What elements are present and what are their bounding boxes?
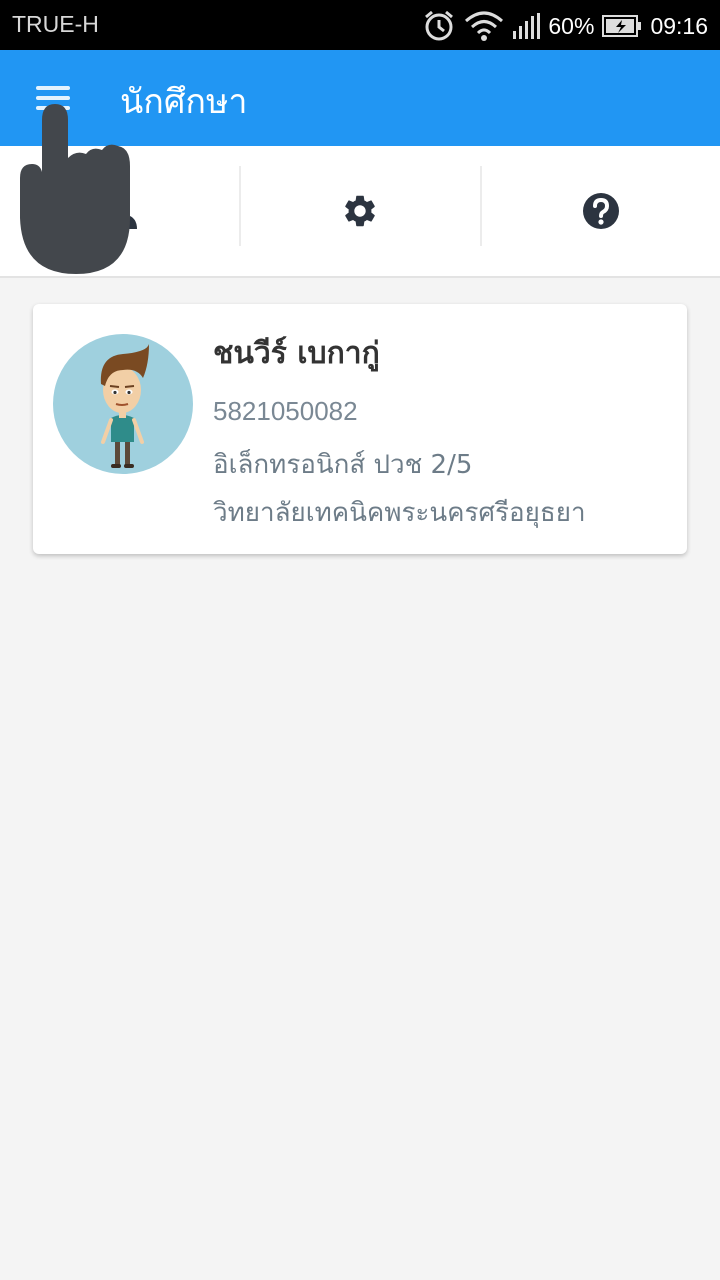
student-profile-card[interactable]: ชนวีร์ เบกากู่ 5821050082 อิเล็กทรอนิกส์…: [33, 304, 687, 554]
gear-icon: [345, 195, 375, 227]
battery-charging-icon: [602, 15, 642, 37]
help-icon: [583, 193, 619, 229]
page-title: นักศึกษา: [120, 82, 248, 122]
menu-icon: [36, 86, 70, 90]
student-id: 5821050082: [213, 396, 358, 426]
student-name: ชนวีร์ เบกากู่: [213, 336, 380, 371]
status-bar: TRUE-H 60% 09:16: [0, 0, 720, 50]
signal-icon: [513, 13, 541, 39]
alarm-icon: [425, 10, 454, 41]
carrier-name: TRUE-H: [12, 11, 99, 37]
student-program: อิเล็กทรอนิกส์ ปวช 2/5: [213, 450, 473, 480]
clock: 09:16: [650, 12, 708, 39]
student-college: วิทยาลัยเทคนิคพระนครศรีอยุธยา: [213, 498, 586, 528]
help-tab[interactable]: [481, 146, 720, 276]
status-icons: 60% 09:16: [422, 8, 708, 44]
cartoon-boy-avatar: [100, 344, 149, 468]
wifi-icon: [465, 11, 504, 41]
battery-percent: 60%: [548, 12, 595, 39]
tutorial-hand-icon: [20, 104, 130, 274]
settings-tab[interactable]: [240, 146, 480, 276]
avatar: [53, 334, 193, 474]
